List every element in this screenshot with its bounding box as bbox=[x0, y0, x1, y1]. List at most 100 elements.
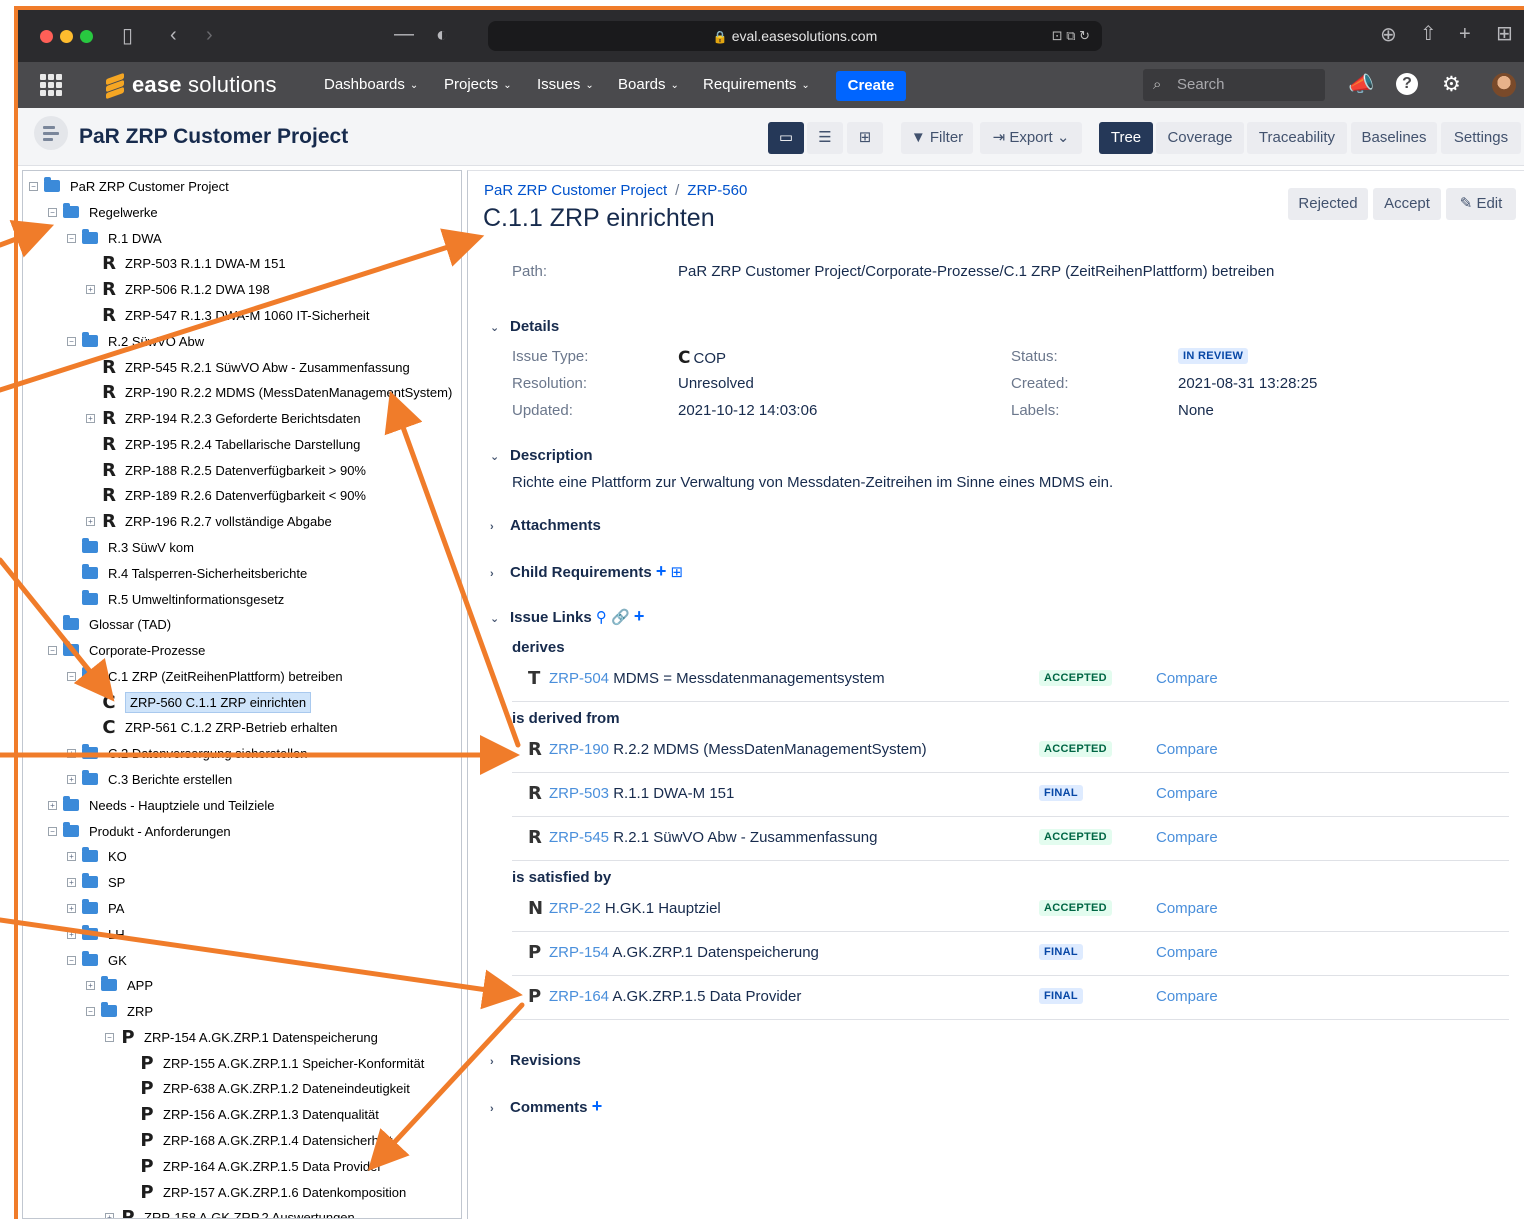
compare-link[interactable]: Compare bbox=[1156, 741, 1218, 758]
tree-node[interactable]: − Produkt - Anforderungen bbox=[48, 819, 231, 843]
nav-issues[interactable]: Issues ⌄ bbox=[537, 76, 594, 93]
issue-link-row[interactable]: T ZRP-504 MDMS = Messdatenmanagementsyst… bbox=[512, 658, 1509, 702]
tab-settings[interactable]: Settings bbox=[1441, 122, 1521, 154]
tree-node[interactable]: + C.2 Datenversorgung sicherstellen bbox=[67, 741, 307, 765]
reader-translate-reload-icons[interactable]: ⊡ ⧉ ↻ bbox=[1052, 21, 1090, 51]
issue-link-summary[interactable]: A.GK.ZRP.1.5 Data Provider bbox=[612, 988, 801, 1005]
issue-link-summary[interactable]: H.GK.1 Hauptziel bbox=[605, 900, 721, 917]
issue-link-key[interactable]: ZRP-154 bbox=[549, 944, 609, 961]
back-icon[interactable]: ‹ bbox=[170, 25, 177, 45]
issue-link-key[interactable]: ZRP-504 bbox=[549, 670, 609, 687]
add-link-icon[interactable]: + bbox=[634, 606, 645, 626]
address-bar[interactable]: 🔒 eval.easesolutions.com ⊡ ⧉ ↻ bbox=[488, 21, 1102, 51]
sidebar-icon[interactable]: ▯ bbox=[122, 26, 133, 46]
tree-node[interactable]: P ZRP-638 A.GK.ZRP.1.2 Dateneindeutigkeit bbox=[124, 1076, 410, 1100]
issue-link-summary[interactable]: A.GK.ZRP.1 Datenspeicherung bbox=[612, 944, 819, 961]
tree-node[interactable]: − PaR ZRP Customer Project bbox=[29, 174, 229, 198]
issue-link-row[interactable]: P ZRP-164 A.GK.ZRP.1.5 Data Provider FIN… bbox=[512, 976, 1509, 1020]
app-switcher-icon[interactable] bbox=[40, 74, 62, 96]
shield-icon[interactable]: ◐ bbox=[436, 25, 448, 45]
issue-link-summary[interactable]: R.1.1 DWA-M 151 bbox=[613, 785, 734, 802]
issue-link-row[interactable]: R ZRP-190 R.2.2 MDMS (MessDatenManagemen… bbox=[512, 729, 1509, 773]
zoom-window-button[interactable] bbox=[80, 30, 93, 43]
compare-link[interactable]: Compare bbox=[1156, 944, 1218, 961]
link-icon[interactable]: 🔗 bbox=[611, 609, 630, 626]
rejected-button[interactable]: Rejected bbox=[1288, 188, 1368, 220]
issue-link-row[interactable]: R ZRP-545 R.2.1 SüwVO Abw - Zusammenfass… bbox=[512, 817, 1509, 861]
issue-link-key[interactable]: ZRP-190 bbox=[549, 741, 609, 758]
breadcrumb-project-link[interactable]: PaR ZRP Customer Project bbox=[484, 182, 667, 199]
tree-node[interactable]: R ZRP-503 R.1.1 DWA-M 151 bbox=[86, 251, 286, 275]
tree-node[interactable]: + PA bbox=[67, 896, 124, 920]
issue-link-row[interactable]: N ZRP-22 H.GK.1 Hauptziel ACCEPTED Compa… bbox=[512, 888, 1509, 932]
tree-node[interactable]: R.4 Talsperren-Sicherheitsberichte bbox=[67, 561, 307, 585]
tree-node[interactable]: C ZRP-561 C.1.2 ZRP-Betrieb erhalten bbox=[86, 715, 337, 739]
minimize-window-button[interactable] bbox=[60, 30, 73, 43]
tree-node[interactable]: + C.3 Berichte erstellen bbox=[67, 767, 232, 791]
search-input[interactable]: ⌕ Search bbox=[1143, 69, 1325, 101]
issue-link-key[interactable]: ZRP-164 bbox=[549, 988, 609, 1005]
nav-projects[interactable]: Projects ⌄ bbox=[444, 76, 512, 93]
issue-link-row[interactable]: R ZRP-503 R.1.1 DWA-M 151 FINAL Compare bbox=[512, 773, 1509, 817]
tree-node[interactable]: P ZRP-164 A.GK.ZRP.1.5 Data Provider bbox=[124, 1154, 382, 1178]
tab-coverage[interactable]: Coverage bbox=[1156, 122, 1244, 154]
tree-node[interactable]: + P ZRP-158 A.GK.ZRP.2 Auswertungen bbox=[105, 1205, 355, 1218]
accept-button[interactable]: Accept bbox=[1373, 188, 1441, 220]
view-list-button[interactable]: ☰ bbox=[807, 122, 843, 154]
nav-boards[interactable]: Boards ⌄ bbox=[618, 76, 679, 93]
tree-node[interactable]: − R.1 DWA bbox=[67, 226, 162, 250]
forward-icon[interactable]: › bbox=[206, 25, 213, 45]
tree-node[interactable]: R ZRP-189 R.2.6 Datenverfügbarkeit < 90% bbox=[86, 483, 366, 507]
tree-node[interactable]: R ZRP-188 R.2.5 Datenverfügbarkeit > 90% bbox=[86, 458, 366, 482]
revisions-section-toggle[interactable]: › Revisions bbox=[490, 1052, 581, 1069]
tree-node[interactable]: + R ZRP-196 R.2.7 vollständige Abgabe bbox=[86, 509, 332, 533]
ease-solutions-logo[interactable]: ease solutions bbox=[104, 71, 277, 100]
compare-link[interactable]: Compare bbox=[1156, 670, 1218, 687]
issue-link-row[interactable]: P ZRP-154 A.GK.ZRP.1 Datenspeicherung FI… bbox=[512, 932, 1509, 976]
tree-node[interactable]: + APP bbox=[86, 973, 153, 997]
tree-node[interactable]: R ZRP-190 R.2.2 MDMS (MessDatenManagement… bbox=[86, 380, 452, 404]
details-section-toggle[interactable]: ⌄ Details bbox=[490, 318, 559, 335]
issue-link-summary[interactable]: R.2.2 MDMS (MessDatenManagementSystem) bbox=[613, 741, 926, 758]
create-button[interactable]: Create bbox=[836, 71, 906, 101]
nav-dashboards[interactable]: Dashboards ⌄ bbox=[324, 76, 418, 93]
tree-node[interactable]: − P ZRP-154 A.GK.ZRP.1 Datenspeicherung bbox=[105, 1025, 378, 1049]
avatar[interactable] bbox=[1492, 73, 1516, 97]
gear-icon[interactable]: ⚙ bbox=[1442, 73, 1461, 97]
new-tab-icon[interactable]: + bbox=[1459, 24, 1471, 44]
tree-node[interactable]: + SP bbox=[67, 870, 125, 894]
description-section-toggle[interactable]: ⌄ Description bbox=[490, 447, 593, 464]
add-comment-icon[interactable]: + bbox=[592, 1096, 603, 1116]
breadcrumb-issue-link[interactable]: ZRP-560 bbox=[687, 182, 747, 199]
tree-node[interactable]: − Corporate-Prozesse bbox=[48, 638, 205, 662]
tree-node[interactable]: − GK bbox=[67, 948, 127, 972]
tree-node[interactable]: P ZRP-156 A.GK.ZRP.1.3 Datenqualität bbox=[124, 1102, 379, 1126]
tree-node[interactable]: P ZRP-157 A.GK.ZRP.1.6 Datenkomposition bbox=[124, 1180, 406, 1204]
help-icon[interactable]: ? bbox=[1396, 73, 1418, 95]
tree-node[interactable]: R ZRP-195 R.2.4 Tabellarische Darstellung bbox=[86, 432, 360, 456]
issue-link-key[interactable]: ZRP-22 bbox=[549, 900, 601, 917]
view-tree-details-button[interactable]: ▭ bbox=[768, 122, 804, 154]
tab-baselines[interactable]: Baselines bbox=[1351, 122, 1437, 154]
view-grid-button[interactable]: ⊞ bbox=[847, 122, 883, 154]
tree-node[interactable]: + R ZRP-506 R.1.2 DWA 198 bbox=[86, 277, 270, 301]
issue-link-summary[interactable]: MDMS = Messdatenmanagementsystem bbox=[613, 670, 884, 687]
tree-node[interactable]: + KO bbox=[67, 844, 127, 868]
tree-node[interactable]: − ZRP bbox=[86, 999, 153, 1023]
comments-section-toggle[interactable]: › Comments + bbox=[490, 1096, 602, 1117]
compare-link[interactable]: Compare bbox=[1156, 900, 1218, 917]
tree-node[interactable]: + R ZRP-194 R.2.3 Geforderte Berichtsdaten bbox=[86, 406, 361, 430]
issue-link-summary[interactable]: R.2.1 SüwVO Abw - Zusammenfassung bbox=[613, 829, 877, 846]
tree-node[interactable]: + LH bbox=[67, 922, 125, 946]
export-button[interactable]: ⇥ Export ⌄ bbox=[980, 122, 1082, 154]
tree-node[interactable]: P ZRP-155 A.GK.ZRP.1.1 Speicher-Konformit… bbox=[124, 1051, 424, 1075]
tab-traceability[interactable]: Traceability bbox=[1247, 122, 1347, 154]
issue-link-key[interactable]: ZRP-503 bbox=[549, 785, 609, 802]
tree-node[interactable]: − C.1 ZRP (ZeitReihenPlattform) betreiben bbox=[67, 664, 343, 688]
compare-link[interactable]: Compare bbox=[1156, 785, 1218, 802]
nav-requirements[interactable]: Requirements ⌄ bbox=[703, 76, 810, 93]
add-child-icon[interactable]: + bbox=[656, 561, 667, 581]
issue-link-key[interactable]: ZRP-545 bbox=[549, 829, 609, 846]
add-existing-child-icon[interactable]: ⊞ bbox=[671, 564, 684, 581]
tree-node[interactable]: − R.2 SüwVO Abw bbox=[67, 329, 204, 353]
